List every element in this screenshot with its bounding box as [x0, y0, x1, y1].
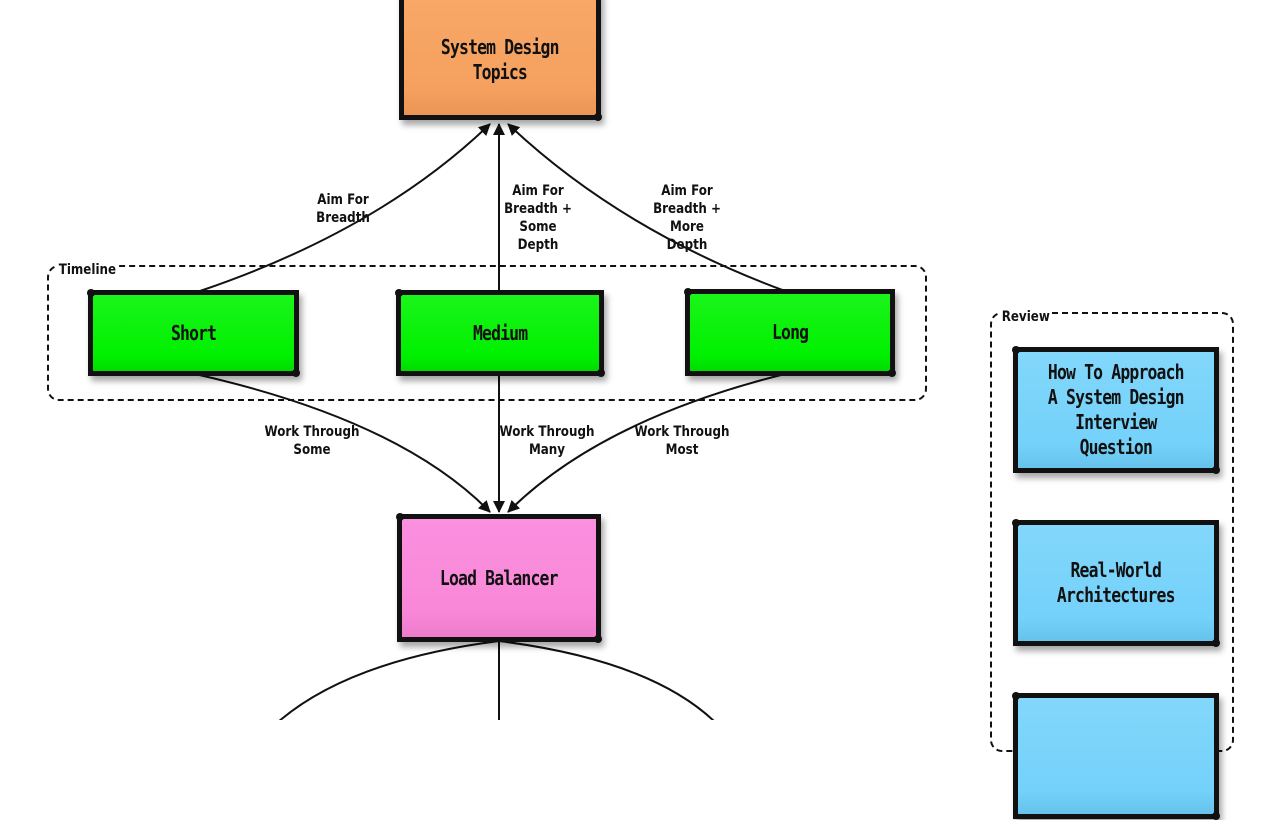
diagram-canvas: Timeline Review System Design Topics Sho… — [0, 0, 1280, 820]
node-label: Short — [170, 320, 217, 345]
node-label: System Design Topics — [441, 35, 560, 84]
node-short[interactable]: Short — [87, 289, 300, 377]
timeline-group-label: Timeline — [57, 262, 118, 278]
node-label: Long — [771, 320, 809, 344]
edge-label-work-some: Work Through Some — [264, 424, 360, 458]
node-label: How To Approach A System Design Intervie… — [1048, 360, 1185, 459]
node-review-third[interactable] — [1012, 692, 1220, 820]
edge-label-aim-some-depth: Aim For Breadth + Some Depth — [504, 183, 572, 253]
node-label: Medium — [472, 320, 528, 345]
node-load-balancer[interactable]: Load Balancer — [396, 513, 602, 643]
edge-lb-to-right — [498, 640, 715, 720]
review-group-label: Review — [1000, 309, 1052, 325]
node-system-design-topics[interactable]: System Design Topics — [399, 0, 602, 121]
edge-label-work-most: Work Through Most — [634, 424, 730, 458]
node-label: Real-World Architectures — [1057, 558, 1176, 607]
node-how-to-approach[interactable]: How To Approach A System Design Intervie… — [1012, 346, 1220, 474]
edge-lb-to-left — [278, 640, 500, 720]
node-medium[interactable]: Medium — [395, 289, 605, 377]
edge-label-aim-more-depth: Aim For Breadth + More Depth — [653, 183, 721, 253]
edge-label-aim-breadth: Aim For Breadth — [316, 192, 370, 226]
node-label: Load Balancer — [440, 565, 559, 590]
node-real-world-architectures[interactable]: Real-World Architectures — [1012, 519, 1220, 647]
node-long[interactable]: Long — [684, 288, 896, 377]
edge-label-work-many: Work Through Many — [499, 424, 595, 458]
